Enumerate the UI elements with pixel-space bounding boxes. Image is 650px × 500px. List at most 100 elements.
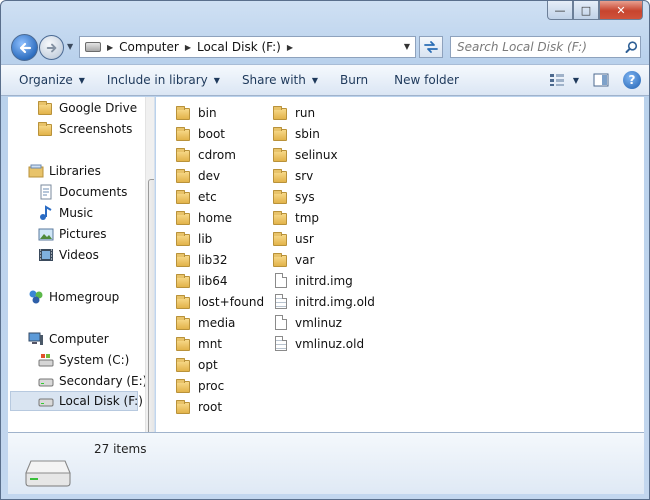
address-bar[interactable]: ▶ Computer ▶ Local Disk (F:) ▶ ▼	[79, 36, 416, 58]
search-icon[interactable]	[622, 40, 640, 54]
nav-item-secondary-e[interactable]: Secondary (E:)	[38, 371, 154, 391]
nav-item-local-disk-f[interactable]: Local Disk (F:)	[10, 391, 143, 411]
drive-icon	[38, 373, 54, 389]
forward-button[interactable]	[39, 35, 64, 60]
nav-item-pictures[interactable]: Pictures	[38, 224, 154, 244]
burn-button[interactable]: Burn	[332, 65, 376, 95]
folder-item-srv[interactable]: srv	[273, 166, 313, 186]
new-folder-button[interactable]: New folder	[386, 65, 467, 95]
folder-item-sys[interactable]: sys	[273, 187, 315, 207]
folder-item-etc[interactable]: etc	[176, 187, 217, 207]
file-item-vmlinuz[interactable]: vmlinuz	[273, 313, 342, 333]
breadcrumb-separator-icon[interactable]: ▶	[287, 43, 293, 52]
share-with-menu[interactable]: Share with ▼	[234, 65, 326, 95]
folder-item-root[interactable]: root	[176, 397, 222, 417]
folder-item-lost-found[interactable]: lost+found	[176, 292, 264, 312]
preview-pane-icon[interactable]	[593, 73, 609, 87]
search-input[interactable]	[451, 40, 622, 54]
folder-item-var[interactable]: var	[273, 250, 314, 270]
include-in-library-menu[interactable]: Include in library ▼	[99, 65, 228, 95]
folder-icon	[176, 294, 192, 310]
view-controls: ▼ ?	[549, 65, 641, 95]
folder-item-boot[interactable]: boot	[176, 124, 225, 144]
folder-item-sbin[interactable]: sbin	[273, 124, 320, 144]
maximize-button[interactable]: □	[573, 1, 599, 20]
breadcrumb-separator-icon[interactable]: ▶	[107, 43, 113, 52]
close-button[interactable]: ✕	[599, 1, 643, 20]
caption-buttons: — □ ✕	[547, 1, 643, 20]
file-name: dev	[198, 169, 221, 183]
folder-item-lib[interactable]: lib	[176, 229, 212, 249]
refresh-icon	[424, 41, 438, 53]
folder-item-lib64[interactable]: lib64	[176, 271, 228, 291]
folder-item-cdrom[interactable]: cdrom	[176, 145, 236, 165]
file-name: selinux	[295, 148, 338, 162]
folder-item-lib32[interactable]: lib32	[176, 250, 228, 270]
folder-item-bin[interactable]: bin	[176, 103, 217, 123]
file-item-initrd-img-old[interactable]: initrd.img.old	[273, 292, 375, 312]
folder-icon	[38, 121, 54, 137]
nav-item-screenshots[interactable]: Screenshots	[38, 119, 154, 139]
folder-item-tmp[interactable]: tmp	[273, 208, 319, 228]
file-name: lost+found	[198, 295, 265, 309]
file-name: lib64	[198, 274, 228, 288]
folder-item-proc[interactable]: proc	[176, 376, 224, 396]
organize-menu[interactable]: Organize ▼	[11, 65, 93, 95]
folder-icon	[176, 105, 192, 121]
address-dropdown-icon[interactable]: ▼	[404, 42, 410, 51]
search-box	[450, 36, 641, 58]
drive-icon	[38, 393, 54, 409]
text-file-icon	[273, 294, 289, 310]
file-name: vmlinuz.old	[295, 337, 365, 351]
folder-item-mnt[interactable]: mnt	[176, 334, 222, 354]
file-name: var	[295, 253, 315, 267]
folder-item-media[interactable]: media	[176, 313, 235, 333]
folder-item-dev[interactable]: dev	[176, 166, 220, 186]
breadcrumb-computer[interactable]: Computer	[119, 40, 179, 54]
nav-item-label: Computer	[49, 332, 109, 346]
file-item-vmlinuz-old[interactable]: vmlinuz.old	[273, 334, 364, 354]
nav-item-homegroup[interactable]: Homegroup	[28, 287, 154, 307]
organize-label: Organize	[19, 73, 73, 87]
share-with-label: Share with	[241, 73, 306, 87]
file-name: lib	[198, 232, 213, 246]
folder-item-run[interactable]: run	[273, 103, 315, 123]
windows-drive-icon	[38, 352, 54, 368]
recent-pages-chevron-icon[interactable]: ▼	[67, 42, 73, 51]
folder-icon	[273, 147, 289, 163]
address-row: ▼ ▶ Computer ▶ Local Disk (F:) ▶ ▼	[1, 31, 649, 63]
file-name: lib32	[198, 253, 228, 267]
nav-item-google-drive[interactable]: Google Drive	[38, 98, 154, 118]
documents-icon	[38, 184, 54, 200]
folder-item-usr[interactable]: usr	[273, 229, 314, 249]
nav-item-system-c[interactable]: System (C:)	[38, 350, 154, 370]
nav-item-label: Pictures	[59, 227, 107, 241]
folder-item-opt[interactable]: opt	[176, 355, 218, 375]
nav-item-label: Screenshots	[59, 122, 133, 136]
folder-item-home[interactable]: home	[176, 208, 232, 228]
file-name: root	[198, 400, 223, 414]
file-item-initrd-img[interactable]: initrd.img	[273, 271, 353, 291]
nav-item-videos[interactable]: Videos	[38, 245, 154, 265]
change-view-button[interactable]: ▼	[549, 73, 579, 87]
minimize-button[interactable]: —	[547, 1, 573, 20]
file-name: vmlinuz	[295, 316, 342, 330]
breadcrumb-local-disk[interactable]: Local Disk (F:)	[197, 40, 281, 54]
file-name: tmp	[295, 211, 320, 225]
folder-item-selinux[interactable]: selinux	[273, 145, 338, 165]
scrollbar-thumb[interactable]	[148, 179, 154, 432]
homegroup-icon	[28, 289, 44, 305]
breadcrumb-separator-icon[interactable]: ▶	[185, 43, 191, 52]
nav-item-music[interactable]: Music	[38, 203, 154, 223]
nav-item-computer[interactable]: Computer	[28, 329, 154, 349]
folder-icon	[176, 273, 192, 289]
help-button[interactable]: ?	[623, 71, 641, 89]
refresh-button[interactable]	[419, 36, 443, 58]
back-button[interactable]	[11, 34, 38, 61]
file-name: home	[198, 211, 233, 225]
nav-item-libraries[interactable]: Libraries	[28, 161, 154, 181]
nav-scrollbar[interactable]	[145, 97, 154, 432]
nav-item-label: Videos	[59, 248, 99, 262]
nav-item-documents[interactable]: Documents	[38, 182, 154, 202]
music-icon	[38, 205, 54, 221]
